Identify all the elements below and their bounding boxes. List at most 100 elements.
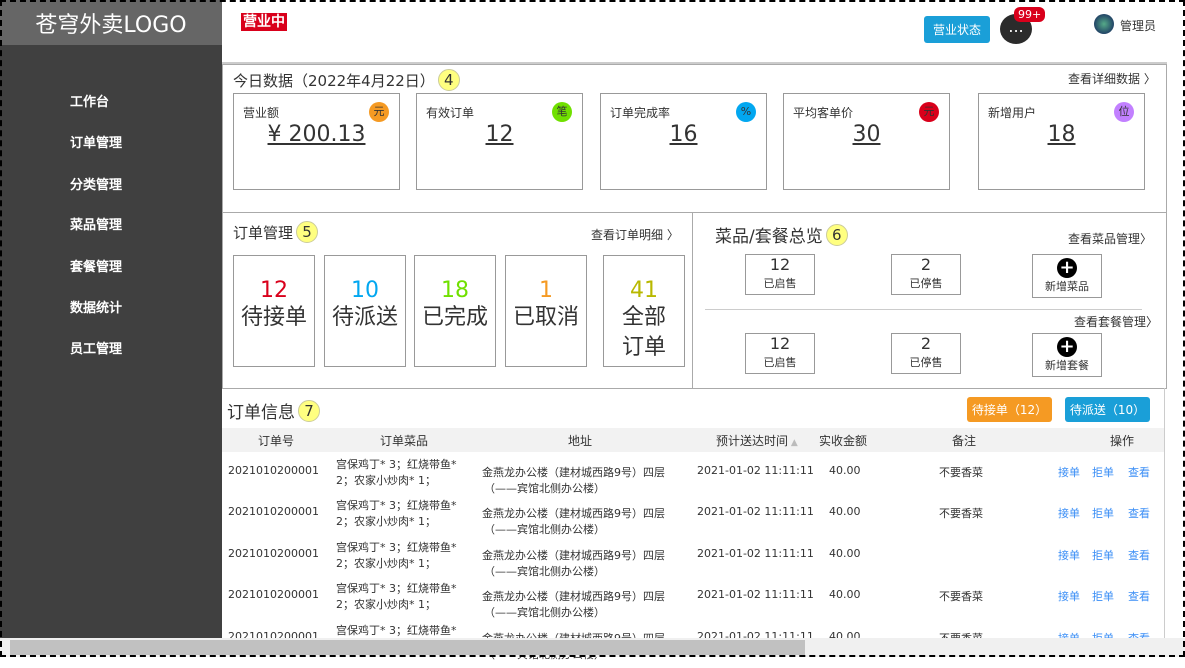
- marker-5: 5: [296, 221, 319, 243]
- order-dishes: 宫保鸡丁* 3；红烧带鱼*: [336, 499, 457, 512]
- label: 已启售: [763, 277, 797, 290]
- stat-card-new-users: 新增用户 位 18: [978, 93, 1145, 190]
- accept-order-link[interactable]: 接单: [1058, 547, 1080, 563]
- user-count-icon: 位: [1114, 102, 1134, 122]
- reject-order-link[interactable]: 拒单: [1092, 464, 1114, 480]
- col-amount: 实收金额: [819, 434, 868, 448]
- order-id: 2021010200001: [228, 464, 319, 477]
- combo-off-sale[interactable]: 2 已停售: [891, 333, 961, 374]
- order-info-title-text: 订单信息: [227, 403, 295, 423]
- card-value[interactable]: 16: [601, 122, 766, 147]
- order-id: 2021010200001: [228, 505, 319, 518]
- view-order-link[interactable]: 查看: [1128, 464, 1150, 480]
- order-label: 待接单: [240, 305, 307, 330]
- view-details-text: 查看详细数据: [1068, 72, 1141, 86]
- card-value[interactable]: ¥ 200.13: [234, 122, 399, 147]
- accept-order-link[interactable]: 接单: [1058, 505, 1080, 521]
- order-box-all[interactable]: 41 全部订单: [603, 255, 685, 367]
- percent-icon: %: [736, 102, 756, 122]
- view-order-details-link[interactable]: 查看订单明细 〉: [591, 226, 679, 243]
- order-box-cancelled[interactable]: 1 已取消: [505, 255, 587, 367]
- business-status-button[interactable]: 营业状态: [924, 16, 990, 43]
- dish-overview-title: 菜品/套餐总览 6: [715, 222, 848, 247]
- order-management-title: 订单管理 5: [233, 221, 319, 243]
- order-amount: 40.00: [829, 547, 861, 560]
- view-order-link[interactable]: 查看: [1128, 588, 1150, 604]
- table-right-border: [1164, 388, 1165, 640]
- order-box-to-deliver[interactable]: 10 待派送: [324, 255, 406, 367]
- sidebar-item-statistics[interactable]: 数据统计: [70, 297, 122, 316]
- order-address: 金燕龙办公楼（建材城西路9号）四层: [482, 590, 665, 603]
- order-info-title: 订单信息 7: [227, 398, 320, 423]
- order-remark: 不要香菜: [939, 466, 983, 479]
- order-address: 金燕龙办公楼（建材城西路9号）四层: [482, 466, 665, 479]
- sidebar-item-workbench[interactable]: 工作台: [70, 91, 109, 110]
- accept-order-link[interactable]: 接单: [1058, 588, 1080, 604]
- sidebar-item-orders[interactable]: 订单管理: [70, 132, 122, 151]
- dish-off-sale[interactable]: 2 已停售: [891, 254, 961, 295]
- marker-7: 7: [298, 399, 320, 422]
- card-value[interactable]: 18: [979, 122, 1144, 147]
- label: 已启售: [763, 356, 797, 369]
- order-box-pending[interactable]: 12 待接单: [233, 255, 315, 367]
- scrollbar-thumb[interactable]: [10, 640, 805, 655]
- count: 2: [920, 334, 932, 353]
- count: 2: [920, 255, 932, 274]
- card-value[interactable]: 30: [784, 122, 949, 147]
- combo-on-sale[interactable]: 12 已启售: [745, 333, 815, 374]
- dish-overview-title-text: 菜品/套餐总览: [715, 227, 823, 247]
- chevron-right-icon: 〉: [666, 228, 679, 242]
- order-dishes: 2；农家小炒肉* 1；: [336, 598, 436, 611]
- add-dish-button[interactable]: + 新增菜品: [1032, 254, 1102, 298]
- sidebar-item-dishes[interactable]: 菜品管理: [70, 214, 122, 233]
- chevron-right-icon: 〉: [1146, 315, 1159, 329]
- pending-orders-button[interactable]: 待接单（12）: [967, 397, 1052, 422]
- to-deliver-button[interactable]: 待派送（10）: [1065, 397, 1150, 422]
- chevron-right-icon: 〉: [1143, 72, 1156, 86]
- view-details-link[interactable]: 查看详细数据 〉: [1068, 70, 1156, 87]
- count-icon: 笔: [552, 102, 572, 122]
- order-address: （——宾馆北侧办公楼）: [484, 523, 605, 536]
- status-badge: 营业中: [241, 13, 287, 31]
- order-amount: 40.00: [829, 588, 861, 601]
- order-box-completed[interactable]: 18 已完成: [414, 255, 496, 367]
- col-dishes: 订单菜品: [380, 434, 429, 448]
- divider: [705, 309, 1142, 310]
- label: 已停售: [909, 277, 943, 290]
- accept-order-link[interactable]: 接单: [1058, 464, 1080, 480]
- table-row: 2021010200001 宫保鸡丁* 3；红烧带鱼* 2；农家小炒肉* 1； 金燕龙…: [222, 458, 1164, 502]
- view-order-details-text: 查看订单明细: [591, 228, 664, 242]
- plus-icon: +: [1057, 337, 1077, 357]
- dish-on-sale[interactable]: 12 已启售: [745, 254, 815, 295]
- order-dishes: 宫保鸡丁* 3；红烧带鱼*: [336, 624, 457, 637]
- stat-card-valid-orders: 有效订单 笔 12: [416, 93, 583, 190]
- sidebar-item-combos[interactable]: 套餐管理: [70, 256, 122, 275]
- card-label: 有效订单: [426, 106, 475, 120]
- user-name[interactable]: 管理员: [1120, 17, 1156, 34]
- reject-order-link[interactable]: 拒单: [1092, 588, 1114, 604]
- sidebar-item-employees[interactable]: 员工管理: [70, 338, 122, 357]
- view-dish-management-link[interactable]: 查看菜品管理〉: [1068, 230, 1152, 247]
- sort-icon[interactable]: ▲: [788, 438, 798, 448]
- reject-order-link[interactable]: 拒单: [1092, 505, 1114, 521]
- add-combo-button[interactable]: + 新增套餐: [1032, 333, 1102, 377]
- order-dishes: 2；农家小炒肉* 1；: [336, 557, 436, 570]
- order-address: （——宾馆北侧办公楼）: [484, 606, 605, 619]
- sidebar-item-categories[interactable]: 分类管理: [70, 174, 122, 193]
- col-eta[interactable]: 预计送达时间 ▲: [716, 432, 798, 449]
- card-label: 平均客单价: [793, 106, 854, 120]
- view-order-link[interactable]: 查看: [1128, 547, 1150, 563]
- card-value[interactable]: 12: [417, 122, 582, 147]
- order-label: 已完成: [421, 305, 488, 330]
- order-label: 待派送: [331, 305, 398, 330]
- reject-order-link[interactable]: 拒单: [1092, 547, 1114, 563]
- view-combo-management-link[interactable]: 查看套餐管理〉: [1074, 313, 1158, 330]
- avatar[interactable]: [1094, 14, 1114, 34]
- order-count: 12: [260, 278, 288, 303]
- logo: 苍穹外卖LOGO: [0, 0, 222, 45]
- yuan-icon: 元: [369, 102, 389, 122]
- view-order-link[interactable]: 查看: [1128, 505, 1150, 521]
- order-remark: 不要香菜: [939, 507, 983, 520]
- label: 新增套餐: [1045, 359, 1089, 372]
- view-combo-management-text: 查看套餐管理: [1074, 315, 1147, 329]
